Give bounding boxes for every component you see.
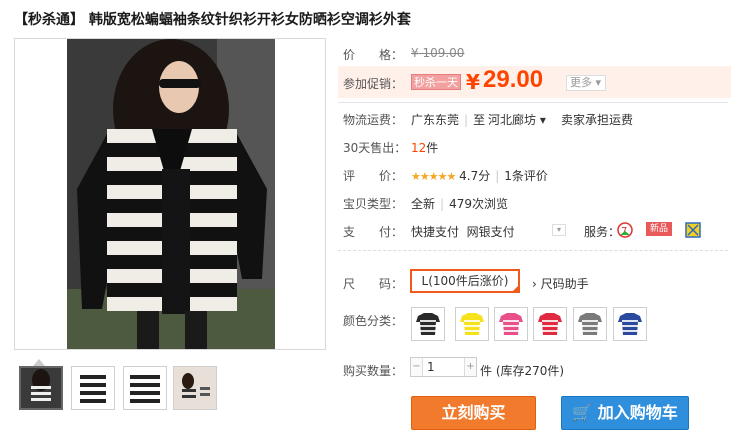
product-title: 【秒杀通】 韩版宽松蝙蝠袖条纹针织衫开衫女防晒衫空调衫外套 — [14, 12, 411, 28]
increase-button[interactable]: + — [464, 358, 476, 376]
payment-dropdown-icon[interactable]: ▾ — [552, 224, 566, 236]
rating-label: 评 价： — [343, 169, 404, 183]
selected-check-icon — [511, 284, 520, 293]
service-guarantee-icon[interactable]: 7 — [617, 222, 633, 238]
color-label: 颜色分类： — [343, 314, 404, 328]
thumbnail-4[interactable] — [173, 366, 217, 410]
sales-unit: 件 — [426, 141, 439, 155]
color-swatch[interactable] — [494, 307, 528, 341]
item-type-value: 全新 | 479次浏览 — [411, 197, 508, 211]
sales-count: 12件 — [411, 139, 438, 156]
rating-value: ★★★★★ 4.7分 | 1条评价 — [411, 169, 548, 183]
color-swatch[interactable] — [455, 307, 489, 341]
quantity-value[interactable]: 1 — [427, 360, 435, 374]
thumbnail-2[interactable] — [71, 366, 115, 410]
divider — [338, 102, 728, 103]
size-helper-label: 尺码助手 — [540, 277, 589, 291]
buy-now-button[interactable]: 立刻购买 — [411, 396, 536, 430]
ship-to-dropdown[interactable]: 河北廊坊 ▾ — [488, 111, 546, 128]
svg-text:7: 7 — [621, 226, 627, 237]
bank-pay: 网银支付 — [466, 225, 515, 239]
shipping-fee: 卖家承担运费 — [561, 113, 634, 127]
promo-label: 参加促销： — [343, 77, 404, 91]
more-promotions-button[interactable]: 更多 ▾ — [566, 75, 606, 91]
color-swatch[interactable] — [573, 307, 607, 341]
main-product-image[interactable] — [14, 38, 326, 350]
payment-methods: 快捷支付 网银支付 — [411, 223, 515, 240]
add-to-cart-button[interactable]: 🛒 加入购物车 — [561, 396, 689, 430]
quantity-label: 购买数量： — [343, 364, 404, 378]
item-condition: 全新 — [411, 197, 436, 211]
quick-pay: 快捷支付 — [411, 225, 460, 239]
view-count: 479次浏览 — [449, 197, 508, 211]
color-swatch[interactable] — [411, 307, 445, 341]
shipping-label: 物流运费： — [343, 113, 404, 127]
decrease-button[interactable]: − — [411, 358, 423, 376]
section-divider — [338, 250, 728, 251]
rating-score: 4.7分 — [459, 169, 491, 183]
service-label: 服务： — [584, 225, 621, 239]
add-to-cart-label: 加入购物车 — [597, 403, 678, 422]
review-count-link[interactable]: 1条评价 — [504, 169, 548, 183]
size-label: 尺 码： — [343, 277, 404, 291]
flash-sale-tag: 秒杀一天 — [411, 74, 461, 90]
original-price: ¥ 109.00 — [411, 46, 465, 60]
sales-label: 30天售出： — [343, 141, 407, 155]
currency-symbol: ¥ — [466, 70, 480, 94]
cart-icon: 🛒 — [572, 403, 593, 422]
new-product-badge[interactable]: 新品 — [646, 222, 672, 236]
price-label: 价 格： — [343, 48, 404, 62]
thumbnail-3[interactable] — [123, 366, 167, 410]
service-extra-icon[interactable] — [685, 222, 701, 238]
color-swatch[interactable] — [533, 307, 567, 341]
size-helper-link[interactable]: › 尺码助手 — [532, 275, 589, 292]
item-type-label: 宝贝类型： — [343, 197, 404, 211]
color-swatch[interactable] — [613, 307, 647, 341]
size-option-label: L(100件后涨价) — [421, 274, 509, 288]
size-option-selected[interactable]: L(100件后涨价) — [410, 269, 520, 293]
payment-label: 支 付： — [343, 225, 404, 239]
star-rating-icon: ★★★★★ — [411, 170, 456, 183]
ship-from-city: 广东东莞 — [411, 113, 460, 127]
ship-from: 广东东莞 | 至 — [411, 113, 486, 127]
quantity-stepper[interactable]: − 1 + — [410, 357, 477, 377]
thumbnail-pointer — [33, 359, 45, 366]
thumbnail-1[interactable] — [19, 366, 63, 410]
stock-info: 件 (库存270件) — [480, 364, 565, 378]
sale-price: 29.00 — [483, 66, 544, 93]
chevron-right-icon: › — [532, 277, 537, 291]
ship-to-prefix: 至 — [473, 113, 486, 127]
sales-number: 12 — [411, 141, 427, 155]
product-photo — [67, 39, 275, 349]
